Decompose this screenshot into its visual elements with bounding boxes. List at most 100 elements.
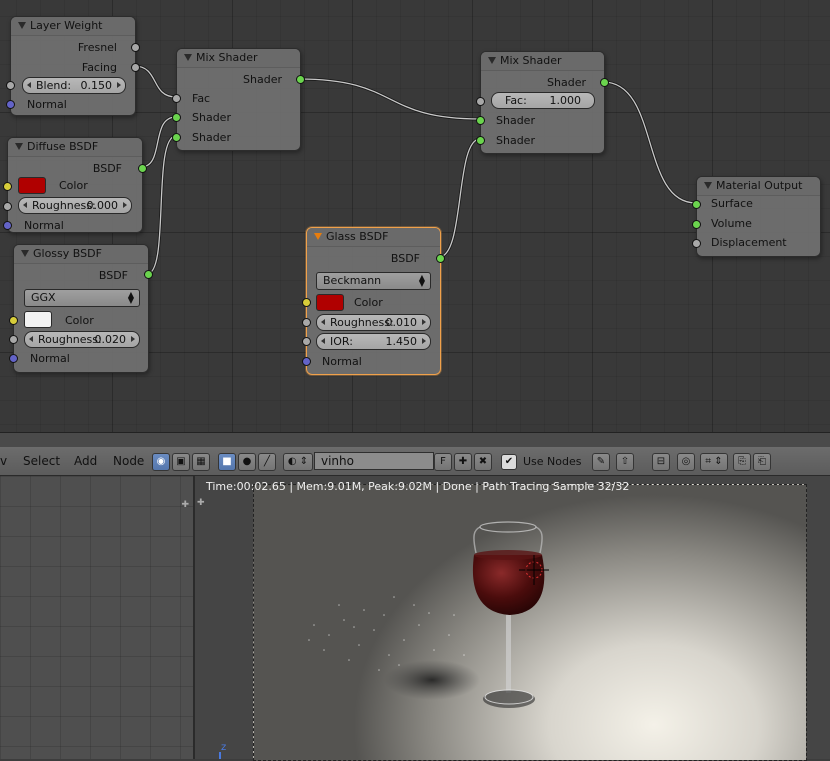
panel-expand-icon[interactable]: ✚ bbox=[181, 500, 189, 510]
socket-bsdf-out[interactable] bbox=[138, 164, 147, 173]
collapse-icon[interactable] bbox=[21, 250, 29, 257]
backdrop-icon[interactable]: ⊟ bbox=[652, 453, 670, 471]
node-diffuse-bsdf[interactable]: Diffuse BSDF BSDF Color Roughness: 0.000 … bbox=[3, 137, 147, 233]
node-title: Material Output bbox=[716, 179, 803, 192]
socket-roughness-in[interactable] bbox=[302, 318, 311, 327]
paste-nodes-icon[interactable]: ⎗ bbox=[753, 453, 771, 471]
increment-arrow-icon[interactable] bbox=[422, 338, 426, 344]
add-material-icon[interactable]: ✚ bbox=[454, 453, 472, 471]
socket-bsdf-out[interactable] bbox=[144, 270, 153, 279]
node-header[interactable]: Layer Weight bbox=[11, 17, 135, 36]
socket-color-in[interactable] bbox=[3, 182, 12, 191]
socket-ior-in[interactable] bbox=[302, 337, 311, 346]
socket-fac-in[interactable] bbox=[476, 97, 485, 106]
socket-color-in[interactable] bbox=[302, 298, 311, 307]
compositing-nodes-icon[interactable]: ▣ bbox=[172, 453, 190, 471]
shader-nodes-icon[interactable]: ◉ bbox=[152, 453, 170, 471]
unlink-material-icon[interactable]: ✖ bbox=[474, 453, 492, 471]
collapse-icon[interactable] bbox=[15, 143, 23, 150]
socket-fac-in[interactable] bbox=[172, 94, 181, 103]
texture-nodes-icon[interactable]: ▦ bbox=[192, 453, 210, 471]
snap-mode-icon[interactable]: ⌗ ⇕ bbox=[700, 453, 728, 471]
fac-field[interactable]: Fac: 1.000 bbox=[491, 92, 595, 109]
socket-shader1-in[interactable] bbox=[172, 113, 181, 122]
collapse-icon[interactable] bbox=[488, 57, 496, 64]
socket-bsdf-out[interactable] bbox=[436, 254, 445, 263]
node-material-output[interactable]: Material Output Surface Volume Displacem… bbox=[692, 176, 821, 257]
increment-arrow-icon[interactable] bbox=[422, 319, 426, 325]
decrement-arrow-icon[interactable] bbox=[23, 202, 27, 208]
go-to-parent-icon[interactable]: ⇧ bbox=[616, 453, 634, 471]
color-swatch[interactable] bbox=[316, 294, 344, 311]
increment-arrow-icon[interactable] bbox=[131, 336, 135, 342]
linestyle-shader-icon[interactable]: ╱ bbox=[258, 453, 276, 471]
roughness-field[interactable]: Roughness: 0.000 bbox=[18, 197, 132, 214]
tool-shelf[interactable]: ✚ bbox=[0, 476, 195, 759]
collapse-icon[interactable] bbox=[18, 22, 26, 29]
node-mix-shader-1[interactable]: Mix Shader Shader Fac Shader Shader bbox=[172, 48, 305, 151]
distribution-dropdown[interactable]: GGX ▲ ▼ bbox=[24, 289, 140, 307]
use-nodes-checkbox[interactable]: ✔ bbox=[501, 454, 517, 470]
socket-shader-out[interactable] bbox=[600, 78, 609, 87]
socket-roughness-in[interactable] bbox=[3, 202, 12, 211]
node-header[interactable]: Diffuse BSDF bbox=[8, 138, 142, 157]
node-layer-weight[interactable]: Layer Weight Fresnel Facing Blend: 0.150 … bbox=[6, 16, 140, 116]
blend-field[interactable]: Blend: 0.150 bbox=[22, 77, 126, 94]
decrement-arrow-icon[interactable] bbox=[29, 336, 33, 342]
socket-shader2-in[interactable] bbox=[476, 136, 485, 145]
roughness-field[interactable]: Roughness: 0.020 bbox=[24, 331, 140, 348]
roughness-field[interactable]: Roughness: 0.010 bbox=[316, 314, 431, 331]
node-header[interactable]: Mix Shader bbox=[177, 49, 300, 68]
copy-nodes-icon[interactable]: ⎘ bbox=[733, 453, 751, 471]
node-header[interactable]: Material Output bbox=[697, 177, 820, 196]
decrement-arrow-icon[interactable] bbox=[321, 319, 325, 325]
socket-facing-out[interactable] bbox=[131, 63, 140, 72]
color-swatch[interactable] bbox=[24, 311, 52, 328]
menu-select[interactable]: Select bbox=[23, 454, 60, 468]
socket-normal-in[interactable] bbox=[3, 221, 12, 230]
ior-field[interactable]: IOR: 1.450 bbox=[316, 333, 431, 350]
panel-expand-icon[interactable]: ✚ bbox=[197, 498, 205, 508]
socket-shader1-in[interactable] bbox=[476, 116, 485, 125]
collapse-icon[interactable] bbox=[704, 182, 712, 189]
socket-normal-in[interactable] bbox=[6, 100, 15, 109]
socket-volume-in[interactable] bbox=[692, 220, 701, 229]
material-browse-icon[interactable]: ◐ ⇕ bbox=[283, 453, 313, 471]
decrement-arrow-icon[interactable] bbox=[321, 338, 325, 344]
socket-fresnel-out[interactable] bbox=[131, 43, 140, 52]
area-separator[interactable] bbox=[0, 432, 830, 448]
increment-arrow-icon[interactable] bbox=[117, 82, 121, 88]
node-mix-shader-2[interactable]: Mix Shader Shader Fac: 1.000 Shader Shade… bbox=[476, 51, 609, 154]
render-viewport[interactable]: ✚ z bbox=[195, 476, 830, 761]
decrement-arrow-icon[interactable] bbox=[27, 82, 31, 88]
collapse-icon[interactable] bbox=[184, 54, 192, 61]
socket-normal-in[interactable] bbox=[9, 354, 18, 363]
object-shader-icon[interactable]: ■ bbox=[218, 453, 236, 471]
node-header[interactable]: Glossy BSDF bbox=[14, 245, 148, 264]
material-name-field[interactable]: vinho bbox=[314, 452, 434, 470]
menu-add[interactable]: Add bbox=[74, 454, 97, 468]
increment-arrow-icon[interactable] bbox=[123, 202, 127, 208]
color-swatch[interactable] bbox=[18, 177, 46, 194]
socket-shader2-in[interactable] bbox=[172, 133, 181, 142]
pin-icon[interactable]: ✎ bbox=[592, 453, 610, 471]
auto-offset-icon[interactable]: ◎ bbox=[677, 453, 695, 471]
socket-roughness-in[interactable] bbox=[9, 335, 18, 344]
socket-surface-in[interactable] bbox=[692, 200, 701, 209]
world-shader-icon[interactable]: ● bbox=[238, 453, 256, 471]
socket-shader-out[interactable] bbox=[296, 75, 305, 84]
socket-displacement-in[interactable] bbox=[692, 239, 701, 248]
menu-node[interactable]: Node bbox=[113, 454, 144, 468]
node-glossy-bsdf[interactable]: Glossy BSDF BSDF GGX ▲ ▼ Color Roughness: 0… bbox=[9, 244, 153, 373]
collapse-icon[interactable] bbox=[314, 233, 322, 240]
node-header[interactable]: Glass BSDF bbox=[307, 228, 440, 247]
distribution-dropdown[interactable]: Beckmann ▲ ▼ bbox=[316, 272, 431, 290]
socket-normal-in[interactable] bbox=[302, 357, 311, 366]
node-glass-bsdf[interactable]: Glass BSDF BSDF Beckmann ▲ ▼ Color Roughne… bbox=[302, 227, 445, 375]
node-header[interactable]: Mix Shader bbox=[481, 52, 604, 71]
fake-user-button[interactable]: F bbox=[434, 453, 452, 471]
socket-color-in[interactable] bbox=[9, 316, 18, 325]
node-editor[interactable]: Layer Weight Fresnel Facing Blend: 0.150 … bbox=[0, 0, 830, 432]
menu-view[interactable]: v bbox=[0, 454, 7, 468]
socket-blend-in[interactable] bbox=[6, 81, 15, 90]
